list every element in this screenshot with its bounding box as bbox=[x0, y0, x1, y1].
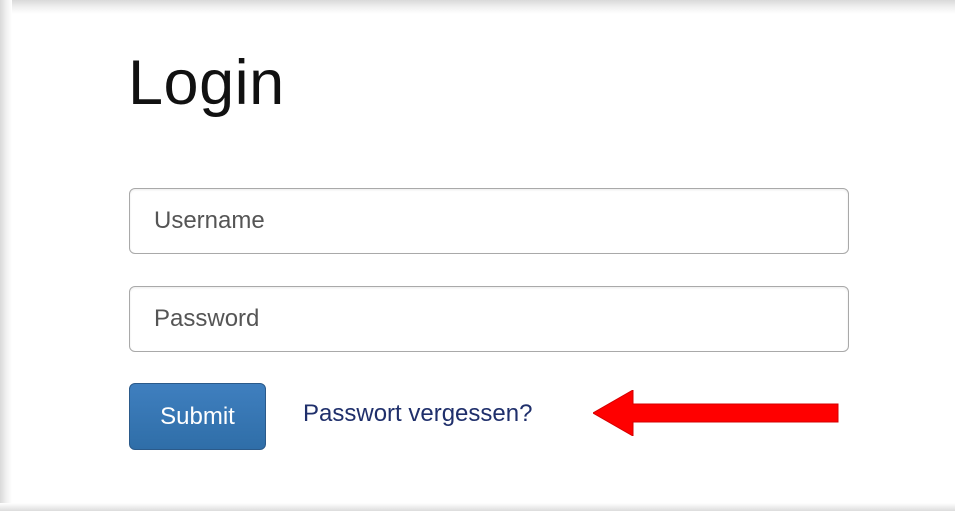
password-input[interactable] bbox=[129, 286, 849, 352]
shadow-left bbox=[0, 0, 12, 511]
username-input[interactable] bbox=[129, 188, 849, 254]
shadow-top bbox=[0, 0, 955, 14]
page-title: Login bbox=[128, 48, 285, 118]
left-arrow-icon bbox=[593, 390, 839, 436]
shadow-bottom bbox=[0, 503, 955, 511]
forgot-password-link[interactable]: Passwort vergessen? bbox=[303, 399, 532, 429]
submit-button[interactable]: Submit bbox=[129, 383, 266, 450]
